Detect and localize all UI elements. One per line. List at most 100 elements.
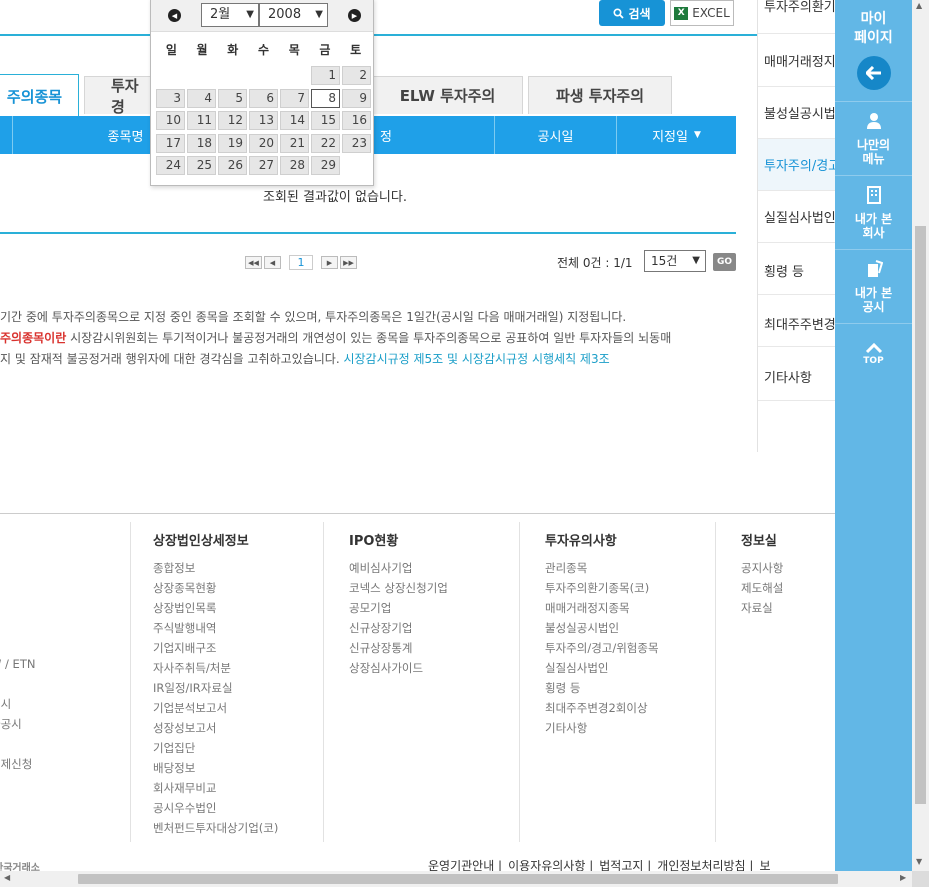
footer-link[interactable]: 성장성보고서 (153, 718, 278, 738)
viewed-companies-button[interactable]: 내가 본 회사 (835, 186, 912, 240)
calendar-day[interactable]: 14 (280, 111, 309, 130)
calendar-day-today[interactable]: 8 (311, 88, 340, 108)
calendar-day[interactable]: 7 (280, 88, 309, 108)
calendar-day[interactable]: 24 (156, 156, 185, 175)
prev-page-icon[interactable]: ◀ (264, 256, 281, 269)
prev-month-icon[interactable]: ◀ (168, 9, 181, 22)
calendar-day[interactable]: 11 (187, 111, 216, 130)
calendar-day[interactable]: 27 (249, 156, 278, 175)
scroll-top-button[interactable]: TOP (835, 342, 912, 366)
calendar-day[interactable]: 25 (187, 156, 216, 175)
footer-link[interactable] (0, 634, 60, 654)
footer-link[interactable]: W / ETN (0, 654, 60, 674)
tab-derivative-caution[interactable]: 파생 투자주의 (528, 76, 672, 114)
calendar-day[interactable]: 12 (218, 111, 247, 130)
tab-investment-warning[interactable]: 투자경 (84, 76, 152, 116)
footer-link[interactable]: 공지사항 (741, 558, 783, 578)
horizontal-scrollbar[interactable]: ◀ ▶ (0, 871, 912, 887)
calendar-day[interactable]: 29 (311, 156, 340, 175)
my-menu-button[interactable]: 나만의 메뉴 (835, 112, 912, 166)
calendar-day[interactable]: 13 (249, 111, 278, 130)
scroll-down-icon[interactable]: ▼ (916, 857, 922, 866)
next-page-icon[interactable]: ▶ (321, 256, 338, 269)
scroll-left-icon[interactable]: ◀ (4, 873, 10, 882)
footer-link[interactable]: 불성실공시법인 (545, 618, 659, 638)
last-page-icon[interactable]: ▶▶ (340, 256, 357, 269)
footer-link[interactable]: 실질심사법인 (545, 658, 659, 678)
footer-link[interactable]: 매매거래정지종목 (545, 598, 659, 618)
scroll-up-icon[interactable]: ▲ (916, 1, 922, 10)
tab-elw-caution[interactable]: ELW 투자주의 (372, 76, 523, 114)
footer-link[interactable]: 관리종목 (545, 558, 659, 578)
next-month-icon[interactable]: ▶ (348, 9, 361, 22)
footer-link[interactable] (0, 614, 60, 634)
calendar-day[interactable]: 18 (187, 133, 216, 153)
footer-link[interactable]: 색 (0, 574, 60, 594)
footer-link[interactable]: 사공시 (0, 714, 60, 734)
footer-link[interactable]: 종합정보 (153, 558, 278, 578)
footer-link[interactable]: 배당정보 (153, 758, 278, 778)
footer-link[interactable]: 상장법인목록 (153, 598, 278, 618)
side-menu-item[interactable]: 불성실공시법인 (764, 103, 836, 122)
side-menu-item-active[interactable]: 투자주의/경고 (764, 155, 836, 174)
footer-link[interactable]: 코넥스 상장신청기업 (349, 578, 448, 598)
calendar-day[interactable]: 19 (218, 133, 247, 153)
footer-link[interactable]: IR일정/IR자료실 (153, 678, 278, 698)
footer-link[interactable]: 기업집단 (153, 738, 278, 758)
footer-link[interactable]: 투자주의/경고/위험종목 (545, 638, 659, 658)
footer-link[interactable] (0, 674, 60, 694)
calendar-day[interactable]: 22 (311, 133, 340, 153)
arrow-left-icon[interactable] (857, 56, 891, 90)
calendar-day[interactable]: 23 (342, 133, 371, 153)
footer-link[interactable]: 상장종목현황 (153, 578, 278, 598)
column-header-designation-date[interactable]: 지정일 ▼ (616, 116, 736, 154)
footer-link[interactable]: 주식발행내역 (153, 618, 278, 638)
regulation-link[interactable]: 시장감시규정 제5조 및 시장감시규정 시행세칙 제3조 (343, 352, 609, 366)
first-page-icon[interactable]: ◀◀ (245, 256, 262, 269)
calendar-day[interactable]: 21 (280, 133, 309, 153)
scroll-right-icon[interactable]: ▶ (900, 873, 906, 882)
footer-link[interactable]: 신규상장통계 (349, 638, 448, 658)
excel-button[interactable]: X EXCEL (670, 0, 734, 26)
my-page-title[interactable]: 마이 페이지 (835, 10, 912, 48)
calendar-day[interactable]: 3 (156, 88, 185, 108)
footer-link[interactable]: 투자주의환기종목(코) (545, 578, 659, 598)
search-button[interactable]: 검색 (599, 0, 665, 26)
calendar-day[interactable]: 15 (311, 111, 340, 130)
footer-link[interactable]: 제도해설 (741, 578, 783, 598)
tab-investment-caution[interactable]: 주의종목 (0, 74, 79, 117)
footer-link[interactable]: 기업지배구조 (153, 638, 278, 658)
month-select[interactable]: 2월 ▼ (201, 3, 259, 27)
footer-link[interactable] (0, 734, 60, 754)
viewed-disclosures-button[interactable]: 내가 본 공시 (835, 260, 912, 314)
calendar-day[interactable]: 5 (218, 88, 247, 108)
calendar-day[interactable]: 9 (342, 88, 371, 108)
footer-link[interactable]: 횡령 등 (545, 678, 659, 698)
calendar-day[interactable]: 2 (342, 66, 371, 85)
side-menu-item[interactable]: 투자주의환기 (764, 0, 836, 15)
go-button[interactable]: GO (713, 253, 736, 271)
footer-link[interactable]: 자료실 (741, 598, 783, 618)
calendar-day[interactable]: 4 (187, 88, 216, 108)
footer-link[interactable]: 예비심사기업 (349, 558, 448, 578)
footer-link[interactable]: 시 (0, 554, 60, 574)
side-menu-item[interactable]: 횡령 등 (764, 261, 836, 280)
footer-link[interactable]: 벤처펀드투자대상기업(코) (153, 818, 278, 838)
footer-link[interactable]: 공모기업 (349, 598, 448, 618)
footer-link[interactable]: 회사재무비교 (153, 778, 278, 798)
calendar-day[interactable]: 28 (280, 156, 309, 175)
footer-link[interactable]: 신규상장기업 (349, 618, 448, 638)
footer-link[interactable]: 최대주주변경2회이상 (545, 698, 659, 718)
side-menu-item[interactable]: 최대주주변경 (764, 314, 836, 333)
footer-link[interactable]: 상장심사가이드 (349, 658, 448, 678)
side-menu-item[interactable]: 실질심사법인 (764, 207, 836, 226)
calendar-day[interactable]: 6 (249, 88, 278, 108)
calendar-day[interactable]: 1 (311, 66, 340, 85)
column-header-disclosure-date[interactable]: 공시일 (494, 116, 616, 154)
footer-link[interactable]: 공시 (0, 694, 60, 714)
page-size-select[interactable]: 15건 ▼ (644, 250, 706, 272)
scrollbar-thumb[interactable] (78, 874, 838, 884)
footer-link[interactable]: 기업분석보고서 (153, 698, 278, 718)
scrollbar-thumb[interactable] (915, 226, 926, 804)
side-menu-item[interactable]: 기타사항 (764, 367, 836, 386)
